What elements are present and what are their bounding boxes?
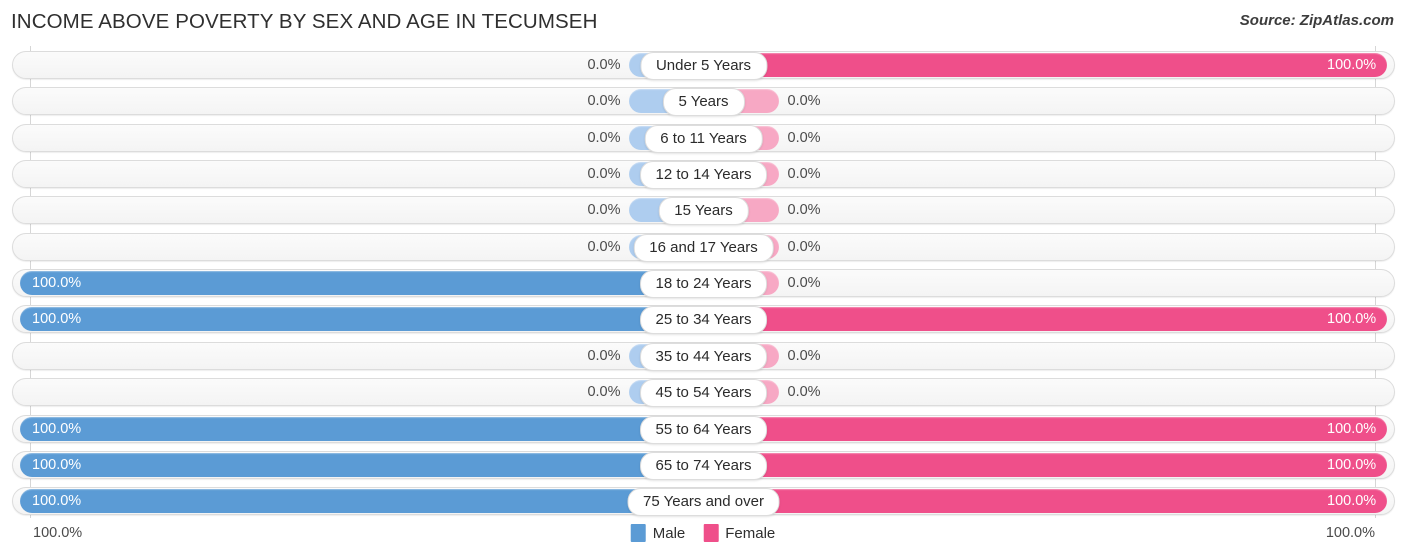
chart-row: 100.0% 0.0% 18 to 24 Years — [12, 269, 1395, 299]
legend-item-female[interactable]: Female — [703, 524, 775, 542]
chart-row: 0.0% 0.0% 16 and 17 Years — [12, 232, 1395, 262]
bar-value-male: 0.0% — [587, 347, 621, 364]
legend-item-male[interactable]: Male — [630, 524, 686, 542]
bar-value-female: 0.0% — [787, 384, 821, 401]
category-label-pill[interactable]: 35 to 44 Years — [639, 342, 768, 371]
chart-row: 0.0% 0.0% 35 to 44 Years — [12, 341, 1395, 371]
bar-value-female: 100.0% — [1327, 57, 1377, 73]
chart-row: 0.0% 0.0% 15 Years — [12, 196, 1395, 226]
bar-female[interactable] — [703, 53, 1387, 77]
bar-value-male: 0.0% — [587, 384, 621, 401]
bar-male[interactable] — [20, 416, 704, 441]
category-label-pill[interactable]: 12 to 14 Years — [639, 161, 768, 190]
chart-row: 100.0% 100.0% 25 to 34 Years — [12, 305, 1395, 335]
bar-value-female: 0.0% — [787, 275, 821, 292]
bar-female[interactable] — [703, 452, 1387, 477]
bar-value-female: 0.0% — [787, 238, 821, 255]
bar-female[interactable] — [703, 416, 1387, 441]
category-label-pill[interactable]: 55 to 64 Years — [639, 415, 768, 444]
bar-value-female: 100.0% — [1327, 456, 1377, 473]
category-label-pill[interactable]: 5 Years — [662, 88, 745, 117]
chart-row: 0.0% 0.0% 12 to 14 Years — [12, 160, 1395, 190]
chart-row: 0.0% 100.0% Under 5 Years — [12, 51, 1395, 80]
bar-male[interactable] — [20, 489, 704, 514]
bar-male[interactable] — [20, 452, 704, 477]
bar-value-female: 0.0% — [787, 166, 821, 183]
bar-value-male: 0.0% — [587, 129, 621, 146]
category-label-pill[interactable]: 25 to 34 Years — [639, 306, 768, 335]
category-label-pill[interactable]: 75 Years and over — [627, 488, 780, 517]
bar-male[interactable] — [20, 271, 704, 296]
source-attribution: Source: ZipAtlas.com — [1239, 12, 1394, 29]
category-label-pill[interactable]: 65 to 74 Years — [639, 451, 768, 480]
bar-female[interactable] — [703, 489, 1387, 514]
chart-row: 0.0% 0.0% 45 to 54 Years — [12, 378, 1395, 408]
bar-value-male: 0.0% — [587, 57, 621, 73]
chart-plot-area: 0.0% 100.0% Under 5 Years 0.0% 0.0% 5 Years 0.… — [0, 46, 1406, 518]
axis-label-left-max: 100.0% — [33, 525, 83, 541]
page-title: INCOME ABOVE POVERTY BY SEX AND AGE IN T… — [11, 10, 598, 33]
bar-value-male: 100.0% — [32, 420, 82, 437]
category-label-pill[interactable]: Under 5 Years — [639, 52, 768, 80]
chart-row: 100.0% 100.0% 55 to 64 Years — [12, 414, 1395, 444]
bar-value-male: 0.0% — [587, 238, 621, 255]
bar-value-male: 100.0% — [32, 493, 82, 510]
bar-value-male: 0.0% — [587, 202, 621, 219]
category-label-pill[interactable]: 16 and 17 Years — [633, 233, 774, 262]
bar-value-female: 0.0% — [787, 347, 821, 364]
category-label-pill[interactable]: 45 to 54 Years — [639, 379, 768, 408]
bar-female[interactable] — [703, 307, 1387, 332]
chart-header: INCOME ABOVE POVERTY BY SEX AND AGE IN T… — [0, 0, 1406, 44]
chart-row: 100.0% 100.0% 75 Years and over — [12, 487, 1395, 517]
bar-value-male: 100.0% — [32, 311, 82, 328]
bar-value-female: 0.0% — [787, 129, 821, 146]
bar-value-male: 100.0% — [32, 275, 82, 292]
legend-swatch-female-icon — [703, 524, 719, 542]
legend-label-female: Female — [725, 524, 776, 542]
category-label-pill[interactable]: 15 Years — [658, 197, 749, 226]
bar-value-female: 100.0% — [1327, 493, 1377, 510]
legend-label-male: Male — [652, 524, 686, 542]
bar-male[interactable] — [20, 307, 704, 332]
chart-row: 0.0% 0.0% 5 Years — [12, 87, 1395, 117]
category-label-pill[interactable]: 18 to 24 Years — [639, 270, 768, 299]
bar-value-male: 100.0% — [32, 456, 82, 473]
category-label-pill[interactable]: 6 to 11 Years — [644, 124, 763, 153]
bar-value-female: 100.0% — [1327, 420, 1377, 437]
chart-legend: Male Female — [630, 524, 775, 542]
legend-swatch-male-icon — [630, 524, 646, 542]
bar-value-female: 100.0% — [1327, 311, 1377, 328]
bar-value-male: 0.0% — [587, 166, 621, 183]
chart-footer: 100.0% Male Female 100.0% — [0, 520, 1406, 559]
bar-value-female: 0.0% — [787, 202, 821, 219]
bar-value-female: 0.0% — [787, 93, 821, 110]
chart-row: 100.0% 100.0% 65 to 74 Years — [12, 450, 1395, 480]
bar-value-male: 0.0% — [587, 93, 621, 110]
chart-row: 0.0% 0.0% 6 to 11 Years — [12, 123, 1395, 153]
axis-label-right-max: 100.0% — [1325, 525, 1375, 541]
